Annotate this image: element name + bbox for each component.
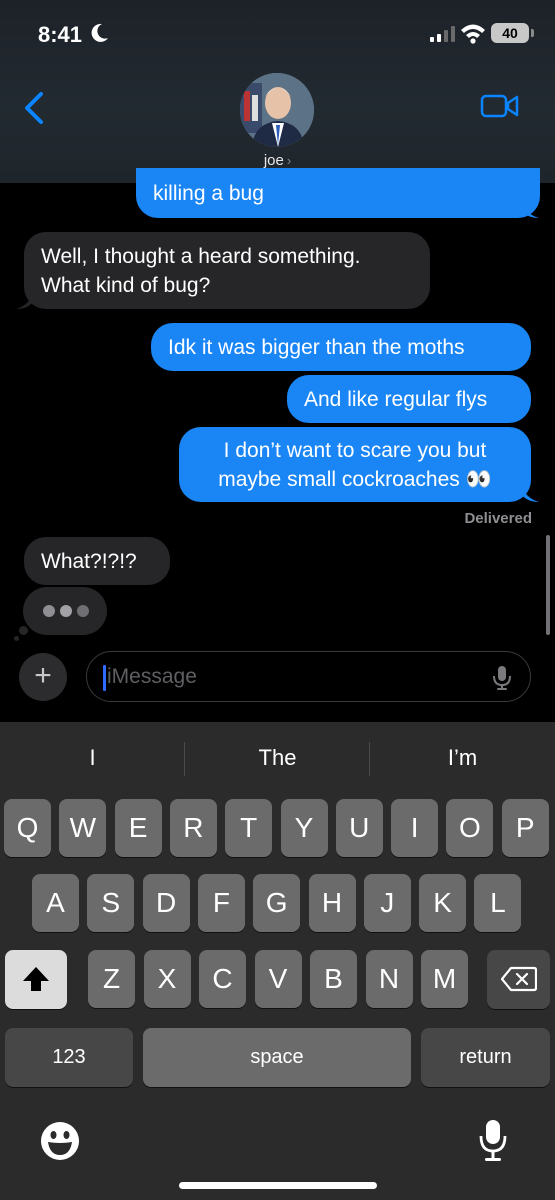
suggestion-3[interactable]: I’m bbox=[370, 722, 555, 794]
emoji-icon[interactable] bbox=[39, 1120, 81, 1162]
suggestion-1[interactable]: I bbox=[0, 722, 185, 794]
key-k[interactable]: K bbox=[419, 874, 467, 932]
input-placeholder: iMessage bbox=[107, 665, 197, 688]
message-bubble-sent[interactable]: Idk it was bigger than the moths bbox=[151, 323, 531, 371]
delete-key[interactable] bbox=[487, 950, 550, 1009]
key-h[interactable]: H bbox=[308, 874, 356, 932]
typing-dot bbox=[77, 605, 89, 617]
delivered-status: Delivered bbox=[464, 510, 532, 527]
typing-tail bbox=[19, 626, 28, 635]
typing-indicator bbox=[23, 587, 107, 635]
typing-tail bbox=[14, 636, 19, 641]
contact-name-label: joe bbox=[263, 152, 284, 169]
back-chevron-icon[interactable] bbox=[20, 90, 50, 126]
key-v[interactable]: V bbox=[254, 950, 302, 1008]
message-bubble-sent[interactable]: killing a bug bbox=[136, 168, 540, 218]
key-z[interactable]: Z bbox=[88, 950, 135, 1008]
wifi-icon bbox=[461, 24, 485, 44]
typing-dot bbox=[43, 605, 55, 617]
status-bar: 8:41 40 bbox=[0, 0, 555, 64]
scrollbar[interactable] bbox=[546, 535, 550, 635]
key-u[interactable]: U bbox=[335, 799, 383, 857]
key-o[interactable]: O bbox=[446, 799, 494, 857]
key-j[interactable]: J bbox=[363, 874, 411, 932]
imessage-input[interactable]: iMessage bbox=[86, 651, 531, 702]
key-p[interactable]: P bbox=[501, 799, 549, 857]
key-l[interactable]: L bbox=[474, 874, 522, 932]
key-q[interactable]: Q bbox=[4, 799, 51, 857]
keyboard: I The I’m QWERTYUIOP ASDFGHJKL ZXCVBNM 1… bbox=[0, 722, 555, 1200]
space-key[interactable]: space bbox=[143, 1028, 411, 1087]
home-indicator[interactable] bbox=[179, 1182, 377, 1189]
signal-icon bbox=[430, 26, 455, 42]
key-y[interactable]: Y bbox=[280, 799, 328, 857]
key-w[interactable]: W bbox=[59, 799, 107, 857]
avatar-image bbox=[240, 73, 314, 147]
bubble-tail bbox=[16, 291, 34, 309]
conversation-header: 8:41 40 joe › bbox=[0, 0, 555, 183]
video-call-icon[interactable] bbox=[480, 92, 520, 120]
key-n[interactable]: N bbox=[365, 950, 413, 1008]
key-g[interactable]: G bbox=[253, 874, 301, 932]
bubble-tail bbox=[521, 484, 539, 502]
text-caret bbox=[103, 665, 106, 691]
message-bubble-sent[interactable]: I don’t want to scare you but maybe smal… bbox=[179, 427, 531, 502]
key-i[interactable]: I bbox=[391, 799, 439, 857]
key-a[interactable]: A bbox=[32, 874, 79, 932]
key-e[interactable]: E bbox=[114, 799, 162, 857]
key-s[interactable]: S bbox=[87, 874, 135, 932]
numbers-key[interactable]: 123 bbox=[5, 1028, 133, 1087]
moon-icon bbox=[91, 23, 108, 42]
contact-name[interactable]: joe › bbox=[0, 152, 555, 169]
shift-icon bbox=[23, 967, 49, 991]
key-f[interactable]: F bbox=[197, 874, 245, 932]
shift-key[interactable] bbox=[5, 950, 67, 1009]
apps-plus-button[interactable]: + bbox=[19, 653, 67, 701]
key-r[interactable]: R bbox=[169, 799, 217, 857]
key-c[interactable]: C bbox=[199, 950, 246, 1008]
key-t[interactable]: T bbox=[225, 799, 273, 857]
message-bubble-received[interactable]: Well, I thought a heard something. What … bbox=[24, 232, 430, 309]
dictation-mic-icon[interactable] bbox=[478, 1118, 508, 1164]
message-bubble-sent[interactable]: And like regular flys bbox=[287, 375, 531, 423]
return-key[interactable]: return bbox=[421, 1028, 550, 1087]
suggestion-2[interactable]: The bbox=[185, 722, 370, 794]
battery-indicator: 40 bbox=[491, 23, 534, 43]
bubble-tail bbox=[521, 200, 539, 218]
status-time: 8:41 bbox=[38, 22, 83, 47]
typing-dot bbox=[60, 605, 72, 617]
message-bubble-received[interactable]: What?!?!? bbox=[24, 537, 170, 585]
chevron-right-icon: › bbox=[286, 153, 292, 168]
microphone-icon[interactable] bbox=[492, 665, 512, 691]
key-d[interactable]: D bbox=[142, 874, 190, 932]
key-b[interactable]: B bbox=[310, 950, 357, 1008]
key-x[interactable]: X bbox=[143, 950, 191, 1008]
key-m[interactable]: M bbox=[421, 950, 468, 1008]
delete-icon bbox=[500, 966, 537, 992]
contact-avatar[interactable] bbox=[240, 73, 314, 147]
